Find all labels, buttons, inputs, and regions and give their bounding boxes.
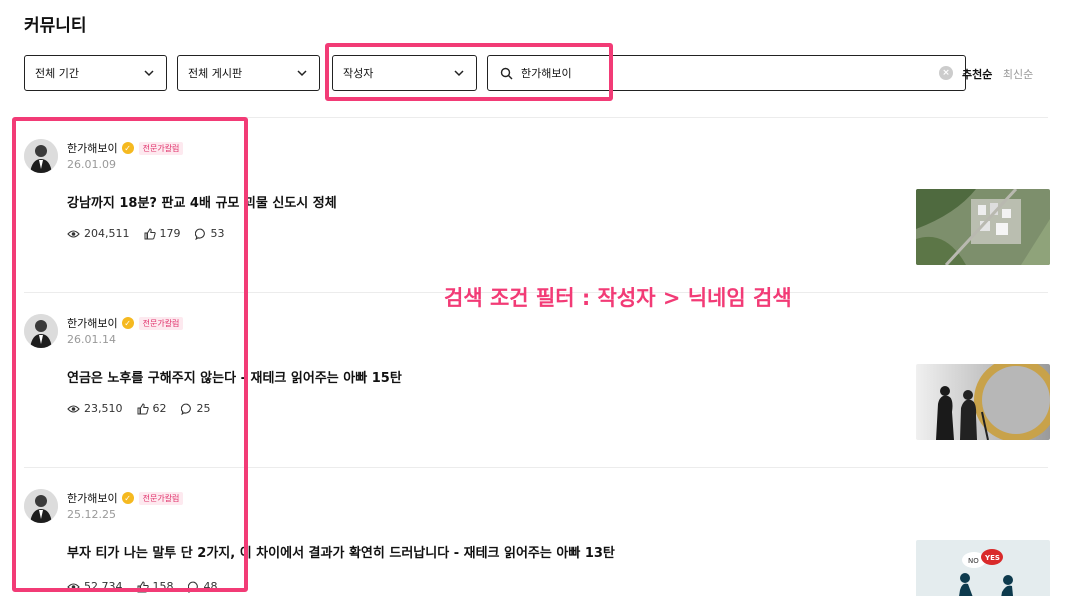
search-icon bbox=[500, 67, 513, 79]
comment-icon bbox=[187, 581, 198, 593]
post-item[interactable]: 한가해보이 ✓ 전문가칼럼 25.12.25 부자 티가 나는 말투 단 2가지… bbox=[24, 467, 1050, 596]
like-count-value: 158 bbox=[152, 580, 174, 593]
like-count: 179 bbox=[144, 227, 181, 240]
search-type-select[interactable]: 작성자 bbox=[332, 55, 477, 91]
board-select-label: 전체 게시판 bbox=[188, 67, 243, 80]
comment-count-value: 53 bbox=[210, 227, 225, 240]
chevron-down-icon bbox=[297, 70, 307, 77]
verified-check-icon: ✓ bbox=[121, 492, 134, 504]
expert-badge: 전문가칼럼 bbox=[138, 316, 184, 330]
avatar[interactable] bbox=[24, 314, 58, 348]
like-count-value: 179 bbox=[159, 227, 181, 240]
post-item[interactable]: 한가해보이 ✓ 전문가칼럼 26.01.09 강남까지 18분? 판교 4배 규… bbox=[24, 117, 1050, 287]
post-author[interactable]: 한가해보이 ✓ 전문가칼럼 bbox=[67, 140, 184, 156]
comment-count: 53 bbox=[194, 227, 225, 240]
search-input-value: 한가해보이 bbox=[521, 67, 572, 80]
sort-recommended[interactable]: 추천순 bbox=[962, 68, 992, 81]
view-count: 52,734 bbox=[67, 580, 123, 593]
post-date: 26.01.14 bbox=[67, 333, 116, 346]
comment-count: 25 bbox=[180, 402, 211, 415]
sort-latest[interactable]: 최신순 bbox=[1003, 68, 1033, 81]
view-count-value: 52,734 bbox=[84, 580, 123, 593]
post-author[interactable]: 한가해보이 ✓ 전문가칼럼 bbox=[67, 490, 184, 506]
thumbs-up-icon bbox=[144, 227, 156, 239]
post-title[interactable]: 강남까지 18분? 판교 4배 규모 괴물 신도시 정체 bbox=[67, 192, 337, 211]
period-select-label: 전체 기간 bbox=[35, 67, 79, 80]
comment-icon bbox=[194, 228, 205, 240]
like-count: 158 bbox=[137, 580, 174, 593]
sort-options: 추천순 최신순 bbox=[962, 66, 1033, 82]
svg-text:YES: YES bbox=[984, 554, 1000, 562]
eye-icon bbox=[67, 229, 80, 238]
period-select[interactable]: 전체 기간 bbox=[24, 55, 167, 91]
post-date: 26.01.09 bbox=[67, 158, 116, 171]
author-name: 한가해보이 bbox=[67, 492, 118, 505]
view-count: 23,510 bbox=[67, 402, 123, 415]
verified-check-icon: ✓ bbox=[121, 317, 134, 329]
post-date: 25.12.25 bbox=[67, 508, 116, 521]
svg-text:NO: NO bbox=[968, 557, 979, 565]
post-stats: 204,511 179 53 bbox=[67, 227, 239, 240]
annotation-text: 검색 조건 필터 : 작성자 > 닉네임 검색 bbox=[444, 286, 792, 310]
comment-count: 48 bbox=[187, 580, 218, 593]
comment-icon bbox=[180, 403, 191, 415]
thumbs-up-icon bbox=[137, 580, 149, 592]
expert-badge: 전문가칼럼 bbox=[138, 141, 184, 155]
like-count-value: 62 bbox=[152, 402, 167, 415]
post-stats: 23,510 62 25 bbox=[67, 402, 225, 415]
board-select[interactable]: 전체 게시판 bbox=[177, 55, 320, 91]
verified-check-icon: ✓ bbox=[121, 142, 134, 154]
no-yes-illustration[interactable]: NO YES bbox=[916, 540, 1050, 596]
search-input[interactable]: 한가해보이 × bbox=[487, 55, 966, 91]
expert-badge: 전문가칼럼 bbox=[138, 491, 184, 505]
search-type-label: 작성자 bbox=[343, 67, 374, 80]
post-item[interactable]: 한가해보이 ✓ 전문가칼럼 26.01.14 연금은 노후를 구해주지 않는다 … bbox=[24, 292, 1050, 462]
eye-icon bbox=[67, 582, 80, 591]
chevron-down-icon bbox=[454, 70, 464, 77]
elderly-couple-coin-photo[interactable] bbox=[916, 364, 1050, 440]
view-count: 204,511 bbox=[67, 227, 130, 240]
view-count-value: 204,511 bbox=[84, 227, 130, 240]
post-title[interactable]: 부자 티가 나는 말투 단 2가지, 이 차이에서 결과가 확연히 드러납니다 … bbox=[67, 542, 615, 561]
author-name: 한가해보이 bbox=[67, 142, 118, 155]
thumbs-up-icon bbox=[137, 402, 149, 414]
post-author[interactable]: 한가해보이 ✓ 전문가칼럼 bbox=[67, 315, 184, 331]
chevron-down-icon bbox=[144, 70, 154, 77]
view-count-value: 23,510 bbox=[84, 402, 123, 415]
page-title: 커뮤니티 bbox=[24, 16, 87, 36]
eye-icon bbox=[67, 404, 80, 413]
aerial-city-photo[interactable] bbox=[916, 189, 1050, 265]
post-stats: 52,734 158 48 bbox=[67, 580, 232, 593]
author-name: 한가해보이 bbox=[67, 317, 118, 330]
comment-count-value: 25 bbox=[196, 402, 211, 415]
comment-count-value: 48 bbox=[203, 580, 218, 593]
like-count: 62 bbox=[137, 402, 167, 415]
clear-icon[interactable]: × bbox=[939, 66, 953, 80]
avatar[interactable] bbox=[24, 489, 58, 523]
post-title[interactable]: 연금은 노후를 구해주지 않는다 - 재테크 읽어주는 아빠 15탄 bbox=[67, 367, 402, 386]
avatar[interactable] bbox=[24, 139, 58, 173]
